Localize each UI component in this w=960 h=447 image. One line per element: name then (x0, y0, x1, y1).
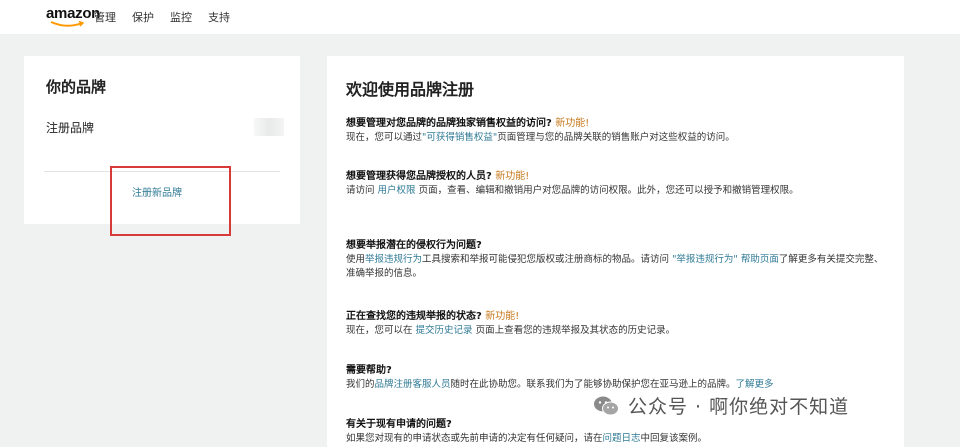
section-text: 如果您对现有的申请状态或先前申请的决定有任何疑问，请在 (346, 433, 603, 444)
watermark: 公众号 · 啊你绝对不知道 (592, 392, 849, 419)
section-question: 想要管理对您品牌的品牌独家销售权益的访问? (346, 118, 552, 129)
section-text: 页面上查看您的违规举报及其状态的历史记录。 (472, 325, 676, 336)
nav-protect[interactable]: 保护 (132, 9, 154, 25)
main-nav: 管理 保护 监控 支持 (94, 9, 230, 25)
report-violation-help-link[interactable]: "举报违规行为" 帮助页面 (672, 254, 779, 265)
new-feature-tag: 新功能! (495, 171, 530, 182)
section-text: 页面管理与您的品牌关联的销售账户对这些权益的访问。 (497, 132, 735, 143)
section-text: 使用 (346, 254, 366, 265)
section-text: 页面，查看、编辑和撤销用户对您品牌的访问权限。此外，您还可以授予和撤销管理权限。 (415, 185, 799, 196)
amazon-smile-icon (50, 21, 84, 27)
watermark-text: 公众号 · 啊你绝对不知道 (628, 396, 850, 418)
section-report-violation: 想要举报潜在的侵权行为问题? 使用举报违规行为工具搜索和举报可能侵犯您版权或注册… (346, 239, 891, 281)
nav-support[interactable]: 支持 (208, 9, 230, 25)
learn-more-link[interactable]: 了解更多 (736, 379, 774, 390)
welcome-card: 欢迎使用品牌注册 想要管理对您品牌的品牌独家销售权益的访问? 新功能! 现在，您… (327, 56, 904, 447)
section-text: 现在，您可以通过 (346, 132, 423, 143)
submission-history-link[interactable]: 提交历史记录 (416, 325, 473, 336)
section-text: 工具搜索和举报可能侵犯您版权或注册商标的物品。请访问 (422, 254, 673, 265)
report-violation-link[interactable]: 举报违规行为 (365, 254, 422, 265)
case-log-link[interactable]: 问题日志 (603, 433, 641, 444)
blurred-brand-count (254, 118, 284, 136)
section-text: 我们的 (346, 379, 375, 390)
section-question: 有关于现有申请的问题? (346, 419, 452, 430)
welcome-title: 欢迎使用品牌注册 (346, 80, 475, 99)
section-text: 请访问 (346, 185, 378, 196)
nav-monitor[interactable]: 监控 (170, 9, 192, 25)
section-user-permissions: 想要管理获得您品牌授权的人员? 新功能! 请访问 用户权限 页面，查看、编辑和撤… (346, 170, 891, 198)
section-need-help: 需要帮助? 我们的品牌注册客服人员随时在此协助您。联系我们为了能够协助保护您在亚… (346, 364, 891, 392)
wechat-icon (594, 396, 619, 415)
red-highlight-box (110, 166, 231, 236)
top-navigation-bar: amazon 管理 保护 监控 支持 (0, 0, 960, 34)
section-existing-application: 有关于现有申请的问题? 如果您对现有的申请状态或先前申请的决定有任何疑问，请在问… (346, 418, 891, 446)
section-question: 想要举报潜在的侵权行为问题? (346, 240, 482, 251)
new-feature-tag: 新功能! (555, 118, 590, 129)
nav-manage[interactable]: 管理 (94, 9, 116, 25)
section-text: 现在，您可以在 (346, 325, 416, 336)
section-question: 想要管理获得您品牌授权的人员? (346, 171, 492, 182)
your-brands-title: 你的品牌 (46, 78, 107, 96)
section-question: 需要帮助? (346, 365, 392, 376)
section-text: 中回复该案例。 (640, 433, 708, 444)
section-report-status: 正在查找您的违规举报的状态? 新功能! 现在，您可以在 提交历史记录 页面上查看… (346, 310, 891, 338)
section-text: 随时在此协助您。联系我们为了能够协助保护您在亚马逊上的品牌。 (450, 379, 736, 390)
brand-support-link[interactable]: 品牌注册客服人员 (375, 379, 451, 390)
section-sales-rights: 想要管理对您品牌的品牌独家销售权益的访问? 新功能! 现在，您可以通过"可获得销… (346, 117, 891, 145)
user-permissions-link[interactable]: 用户权限 (378, 185, 416, 196)
available-rights-link[interactable]: "可获得销售权益" (422, 132, 497, 143)
new-feature-tag: 新功能! (485, 311, 520, 322)
registered-brands-label: 注册品牌 (46, 121, 95, 135)
section-question: 正在查找您的违规举报的状态? (346, 311, 482, 322)
